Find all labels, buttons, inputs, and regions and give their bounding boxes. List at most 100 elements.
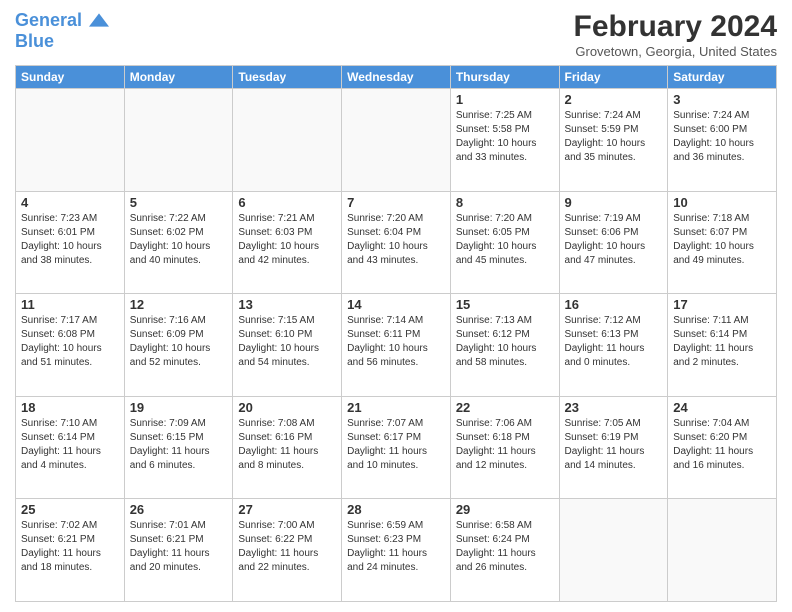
weekday-header-friday: Friday	[559, 66, 668, 89]
calendar-cell: 13Sunrise: 7:15 AMSunset: 6:10 PMDayligh…	[233, 294, 342, 397]
calendar-cell: 20 Sunrise: 7:08 AMSunset: 6:16 PMDayligh…	[233, 396, 342, 499]
day-number: 29	[456, 502, 554, 517]
day-info: Sunrise: 6:59 AMSunset: 6:23 PMDaylight:…	[347, 519, 445, 575]
day-info: Sunrise: 7:20 AMSunset: 6:05 PMDaylight:…	[456, 212, 554, 268]
day-number: 28	[347, 502, 445, 517]
day-number: 25	[21, 502, 119, 517]
day-number: 9	[565, 195, 663, 210]
day-number: 22	[456, 400, 554, 415]
calendar-cell: 29Sunrise: 6:58 AMSunset: 6:24 PMDayligh…	[450, 499, 559, 602]
calendar-cell: 27 Sunrise: 7:00 AMSunset: 6:22 PMDayligh…	[233, 499, 342, 602]
calendar-cell: 12Sunrise: 7:16 AMSunset: 6:09 PMDayligh…	[124, 294, 233, 397]
calendar-cell	[233, 89, 342, 192]
day-info: Sunrise: 7:24 AMSunset: 6:00 PMDaylight:…	[673, 109, 771, 165]
day-number: 1	[456, 92, 554, 107]
day-number: 21	[347, 400, 445, 415]
day-number: 8	[456, 195, 554, 210]
calendar-cell: 4 Sunrise: 7:23 AMSunset: 6:01 PMDaylight…	[16, 191, 125, 294]
day-number: 23	[565, 400, 663, 415]
calendar-cell	[342, 89, 451, 192]
calendar-cell: 16 Sunrise: 7:12 AMSunset: 6:13 PMDayligh…	[559, 294, 668, 397]
day-info: Sunrise: 7:24 AMSunset: 5:59 PMDaylight:…	[565, 109, 663, 165]
day-info: Sunrise: 7:15 AMSunset: 6:10 PMDaylight:…	[238, 314, 336, 370]
week-row-3: 18Sunrise: 7:10 AMSunset: 6:14 PMDayligh…	[16, 396, 777, 499]
calendar-cell	[16, 89, 125, 192]
day-info: Sunrise: 7:14 AMSunset: 6:11 PMDaylight:…	[347, 314, 445, 370]
day-number: 17	[673, 297, 771, 312]
day-number: 27	[238, 502, 336, 517]
weekday-header-saturday: Saturday	[668, 66, 777, 89]
logo-text: General	[15, 10, 109, 32]
day-number: 10	[673, 195, 771, 210]
day-number: 14	[347, 297, 445, 312]
day-info: Sunrise: 7:23 AMSunset: 6:01 PMDaylight:…	[21, 212, 119, 268]
day-info: Sunrise: 7:02 AMSunset: 6:21 PMDaylight:…	[21, 519, 119, 575]
calendar-cell: 7 Sunrise: 7:20 AMSunset: 6:04 PMDaylight…	[342, 191, 451, 294]
day-info: Sunrise: 7:12 AMSunset: 6:13 PMDaylight:…	[565, 314, 663, 370]
day-info: Sunrise: 7:08 AMSunset: 6:16 PMDaylight:…	[238, 417, 336, 473]
week-row-4: 25 Sunrise: 7:02 AMSunset: 6:21 PMDayligh…	[16, 499, 777, 602]
calendar-cell: 10 Sunrise: 7:18 AMSunset: 6:07 PMDayligh…	[668, 191, 777, 294]
day-number: 16	[565, 297, 663, 312]
day-number: 11	[21, 297, 119, 312]
calendar-cell: 8 Sunrise: 7:20 AMSunset: 6:05 PMDaylight…	[450, 191, 559, 294]
calendar-cell: 26 Sunrise: 7:01 AMSunset: 6:21 PMDayligh…	[124, 499, 233, 602]
calendar-cell: 25 Sunrise: 7:02 AMSunset: 6:21 PMDayligh…	[16, 499, 125, 602]
calendar-cell: 19 Sunrise: 7:09 AMSunset: 6:15 PMDayligh…	[124, 396, 233, 499]
day-number: 20	[238, 400, 336, 415]
day-info: Sunrise: 7:18 AMSunset: 6:07 PMDaylight:…	[673, 212, 771, 268]
calendar-cell: 17 Sunrise: 7:11 AMSunset: 6:14 PMDayligh…	[668, 294, 777, 397]
day-info: Sunrise: 7:11 AMSunset: 6:14 PMDaylight:…	[673, 314, 771, 370]
day-number: 2	[565, 92, 663, 107]
calendar-cell: 3 Sunrise: 7:24 AMSunset: 6:00 PMDaylight…	[668, 89, 777, 192]
calendar-cell: 9 Sunrise: 7:19 AMSunset: 6:06 PMDaylight…	[559, 191, 668, 294]
calendar-cell	[559, 499, 668, 602]
calendar-cell	[124, 89, 233, 192]
day-number: 19	[130, 400, 228, 415]
day-number: 4	[21, 195, 119, 210]
calendar-cell: 14 Sunrise: 7:14 AMSunset: 6:11 PMDayligh…	[342, 294, 451, 397]
day-info: Sunrise: 7:06 AMSunset: 6:18 PMDaylight:…	[456, 417, 554, 473]
calendar-table: SundayMondayTuesdayWednesdayThursdayFrid…	[15, 65, 777, 602]
header: General Blue February 2024 Grovetown, Ge…	[15, 10, 777, 59]
day-info: Sunrise: 7:13 AMSunset: 6:12 PMDaylight:…	[456, 314, 554, 370]
weekday-header-tuesday: Tuesday	[233, 66, 342, 89]
calendar-body: 1 Sunrise: 7:25 AMSunset: 5:58 PMDaylight…	[16, 89, 777, 602]
day-number: 6	[238, 195, 336, 210]
calendar-cell: 1 Sunrise: 7:25 AMSunset: 5:58 PMDaylight…	[450, 89, 559, 192]
day-number: 7	[347, 195, 445, 210]
day-info: Sunrise: 7:20 AMSunset: 6:04 PMDaylight:…	[347, 212, 445, 268]
day-info: Sunrise: 7:09 AMSunset: 6:15 PMDaylight:…	[130, 417, 228, 473]
week-row-1: 4 Sunrise: 7:23 AMSunset: 6:01 PMDaylight…	[16, 191, 777, 294]
day-number: 12	[130, 297, 228, 312]
logo-icon	[89, 10, 109, 30]
title-block: February 2024 Grovetown, Georgia, United…	[574, 10, 777, 59]
calendar-cell: 5Sunrise: 7:22 AMSunset: 6:02 PMDaylight…	[124, 191, 233, 294]
calendar-cell: 22 Sunrise: 7:06 AMSunset: 6:18 PMDayligh…	[450, 396, 559, 499]
day-info: Sunrise: 7:21 AMSunset: 6:03 PMDaylight:…	[238, 212, 336, 268]
day-info: Sunrise: 7:19 AMSunset: 6:06 PMDaylight:…	[565, 212, 663, 268]
calendar-cell: 24 Sunrise: 7:04 AMSunset: 6:20 PMDayligh…	[668, 396, 777, 499]
calendar-cell: 6 Sunrise: 7:21 AMSunset: 6:03 PMDaylight…	[233, 191, 342, 294]
day-info: Sunrise: 7:00 AMSunset: 6:22 PMDaylight:…	[238, 519, 336, 575]
day-info: Sunrise: 7:17 AMSunset: 6:08 PMDaylight:…	[21, 314, 119, 370]
day-info: Sunrise: 7:07 AMSunset: 6:17 PMDaylight:…	[347, 417, 445, 473]
calendar-cell: 18Sunrise: 7:10 AMSunset: 6:14 PMDayligh…	[16, 396, 125, 499]
day-number: 26	[130, 502, 228, 517]
day-info: Sunrise: 7:25 AMSunset: 5:58 PMDaylight:…	[456, 109, 554, 165]
calendar-cell: 23 Sunrise: 7:05 AMSunset: 6:19 PMDayligh…	[559, 396, 668, 499]
day-number: 3	[673, 92, 771, 107]
calendar-cell: 2 Sunrise: 7:24 AMSunset: 5:59 PMDaylight…	[559, 89, 668, 192]
week-row-2: 11 Sunrise: 7:17 AMSunset: 6:08 PMDayligh…	[16, 294, 777, 397]
day-info: Sunrise: 7:04 AMSunset: 6:20 PMDaylight:…	[673, 417, 771, 473]
page: General Blue February 2024 Grovetown, Ge…	[0, 0, 792, 612]
calendar-cell: 11 Sunrise: 7:17 AMSunset: 6:08 PMDayligh…	[16, 294, 125, 397]
weekday-header-wednesday: Wednesday	[342, 66, 451, 89]
day-number: 15	[456, 297, 554, 312]
day-info: Sunrise: 7:05 AMSunset: 6:19 PMDaylight:…	[565, 417, 663, 473]
day-number: 18	[21, 400, 119, 415]
weekday-header-thursday: Thursday	[450, 66, 559, 89]
day-info: Sunrise: 7:01 AMSunset: 6:21 PMDaylight:…	[130, 519, 228, 575]
day-number: 24	[673, 400, 771, 415]
calendar-header: SundayMondayTuesdayWednesdayThursdayFrid…	[16, 66, 777, 89]
